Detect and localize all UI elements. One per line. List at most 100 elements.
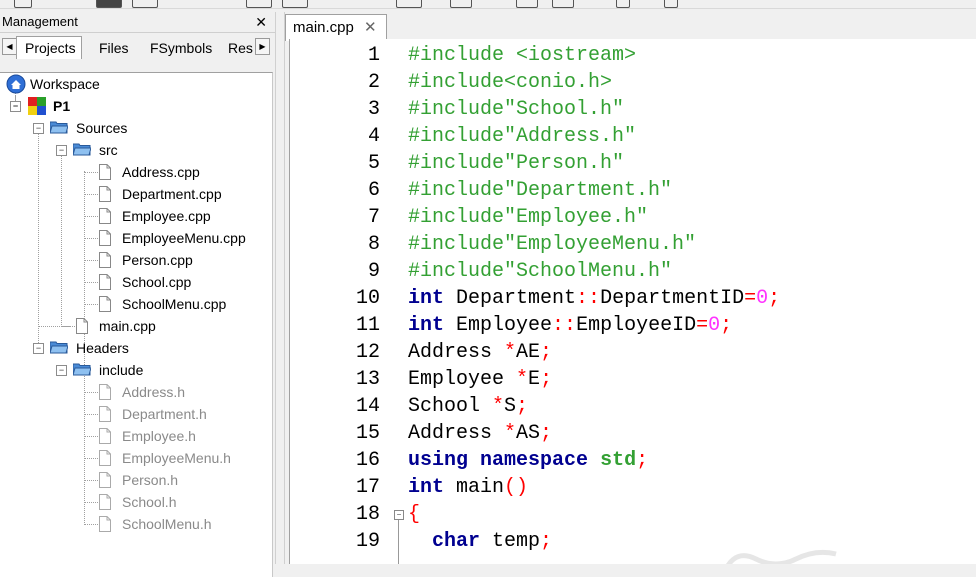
code-token: :: [576, 287, 601, 310]
tab-fsymbols[interactable]: FSymbols [150, 38, 212, 59]
file-icon [99, 406, 111, 422]
code-token: Employee [408, 368, 517, 391]
tab-main-cpp[interactable]: main.cpp ✕ [285, 14, 387, 41]
code-token: #include"Department.h" [408, 179, 673, 202]
code-token: int [408, 287, 445, 310]
code-token: * [492, 395, 505, 418]
code-token: ; [768, 287, 781, 310]
code-line[interactable]: #include<conio.h> [408, 69, 612, 96]
code-token: DepartmentID [600, 287, 745, 310]
code-line[interactable]: { [408, 501, 420, 528]
management-title: Management [2, 14, 78, 29]
code-line[interactable]: #include"School.h" [408, 96, 624, 123]
code-line[interactable]: #include"Address.h" [408, 123, 636, 150]
code-line[interactable]: char temp; [408, 528, 552, 555]
tab-files[interactable]: Files [99, 38, 129, 59]
code-line[interactable]: #include"SchoolMenu.h" [408, 258, 672, 285]
code-line[interactable]: School *S; [408, 393, 528, 420]
line-number: 11 [355, 314, 380, 337]
toolbar-button[interactable] [516, 0, 538, 8]
code-token: ; [540, 368, 553, 391]
management-panel: Management ✕ ◀ Projects Files FSymbols R… [0, 12, 275, 577]
file-icon [99, 164, 111, 180]
code-token: 0 [708, 314, 721, 337]
code-line[interactable]: int main() [408, 474, 528, 501]
management-tabs: ◀ Projects Files FSymbols Res ▶ [0, 36, 275, 59]
code-token: temp [480, 530, 541, 553]
file-icon [99, 428, 111, 444]
code-line[interactable]: #include"Person.h" [408, 150, 624, 177]
line-number: 14 [355, 395, 380, 418]
code-token: ; [540, 341, 553, 364]
tab-scroll-left-icon[interactable]: ◀ [2, 38, 17, 55]
code-token: = [696, 314, 709, 337]
collapse-icon[interactable]: − [33, 123, 44, 134]
toolbar-button[interactable] [616, 0, 630, 8]
code-token: ; [540, 422, 553, 445]
file-icon [99, 450, 111, 466]
code-token: () [504, 476, 529, 499]
toolbar-button[interactable] [14, 0, 32, 8]
code-token: using [408, 449, 469, 472]
fold-collapse-icon[interactable]: − [394, 510, 404, 520]
line-number: 13 [355, 368, 380, 391]
code-line[interactable]: #include"EmployeeMenu.h" [408, 231, 696, 258]
code-line[interactable]: #include"Department.h" [408, 177, 672, 204]
code-token: 0 [756, 287, 769, 310]
workspace-icon [6, 74, 26, 94]
code-line[interactable]: using namespace std; [408, 447, 648, 474]
tab-resources[interactable]: Res [228, 38, 254, 59]
code-line[interactable]: Address *AE; [408, 339, 552, 366]
file-icon [99, 472, 111, 488]
panel-splitter[interactable] [275, 12, 285, 564]
code-line[interactable]: int Department::DepartmentID=0; [408, 285, 780, 312]
file-icon [99, 296, 111, 312]
line-number: 4 [367, 125, 380, 148]
file-icon [99, 274, 111, 290]
collapse-icon[interactable]: − [33, 343, 44, 354]
tab-scroll-right-icon[interactable]: ▶ [255, 38, 270, 55]
toolbar-button[interactable] [664, 0, 678, 8]
collapse-icon[interactable]: − [10, 101, 21, 112]
code-token: :: [552, 314, 577, 337]
code-token: #include"SchoolMenu.h" [408, 260, 673, 283]
code-editor[interactable]: 1 2 3 4 5 6 7 8 9 10 11 12 13 14 15 16 17 18 19 − #include… [289, 39, 976, 564]
toolbar-button[interactable] [450, 0, 472, 8]
folder-open-icon [73, 143, 91, 156]
line-number: 15 [355, 422, 380, 445]
collapse-icon[interactable]: − [56, 365, 67, 376]
file-icon [99, 516, 111, 532]
toolbar-button[interactable] [246, 0, 272, 8]
toolbar-button[interactable] [282, 0, 308, 8]
code-line[interactable]: #include <iostream> [408, 42, 636, 69]
code-token: Address [408, 422, 505, 445]
close-icon[interactable]: ✕ [364, 18, 377, 36]
line-number: 1 [367, 44, 380, 67]
toolbar-button[interactable] [552, 0, 574, 8]
code-line[interactable]: Employee *E; [408, 366, 552, 393]
code-token: { [408, 503, 421, 526]
code-token: std [600, 449, 637, 472]
file-icon [99, 384, 111, 400]
code-token: #include<conio.h> [408, 71, 613, 94]
code-token: AS [516, 422, 541, 445]
toolbar-button[interactable] [396, 0, 422, 8]
collapse-icon[interactable]: − [56, 145, 67, 156]
toolbar-button[interactable] [132, 0, 158, 8]
code-token: int [408, 476, 445, 499]
code-token: #include"Person.h" [408, 152, 625, 175]
code-line[interactable]: #include"Employee.h" [408, 204, 648, 231]
code-line[interactable]: int Employee::EmployeeID=0; [408, 312, 732, 339]
close-icon[interactable]: ✕ [255, 12, 267, 32]
toolbar-button[interactable] [96, 0, 122, 8]
project-icon [28, 97, 46, 115]
code-token: #include"Employee.h" [408, 206, 649, 229]
tab-projects[interactable]: Projects [16, 36, 82, 59]
management-title-bar: Management ✕ [0, 12, 275, 33]
folder-open-icon [73, 363, 91, 376]
code-line[interactable]: Address *AS; [408, 420, 552, 447]
editor-tab-bar: main.cpp ✕ [285, 12, 976, 41]
code-token: int [408, 314, 445, 337]
